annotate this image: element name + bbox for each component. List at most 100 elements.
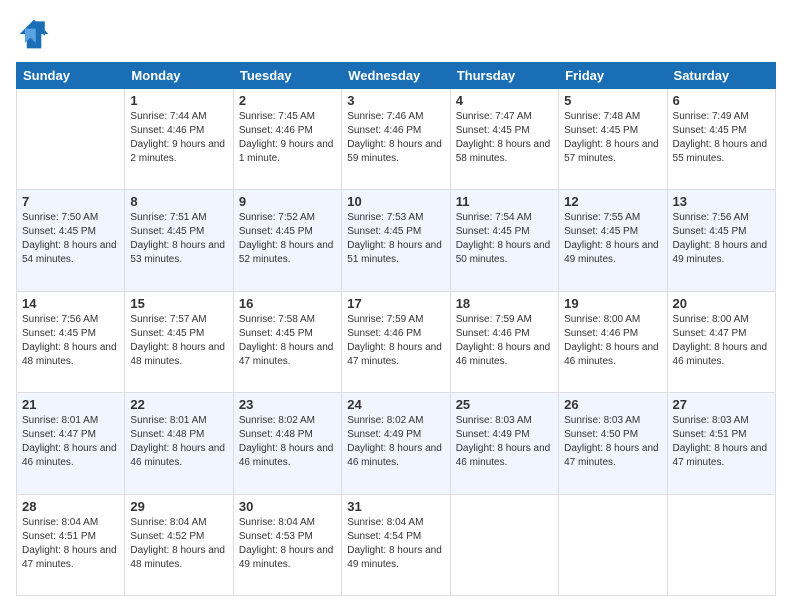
cell-info: Sunrise: 7:51 AMSunset: 4:45 PMDaylight:…	[130, 211, 227, 267]
calendar-cell: 1 Sunrise: 7:44 AMSunset: 4:46 PMDaylight…	[125, 89, 233, 190]
cell-info: Sunrise: 7:46 AMSunset: 4:46 PMDaylight:…	[347, 110, 444, 166]
cell-info: Sunrise: 8:03 AMSunset: 4:49 PMDaylight:…	[456, 414, 553, 470]
day-number: 8	[130, 194, 227, 209]
calendar-cell: 2 Sunrise: 7:45 AMSunset: 4:46 PMDaylight…	[233, 89, 341, 190]
cell-info: Sunrise: 8:00 AMSunset: 4:46 PMDaylight:…	[564, 313, 661, 369]
logo-icon	[16, 16, 52, 52]
weekday-header-saturday: Saturday	[667, 63, 775, 89]
day-number: 4	[456, 93, 553, 108]
calendar-cell	[450, 494, 558, 595]
calendar-cell: 7 Sunrise: 7:50 AMSunset: 4:45 PMDaylight…	[17, 190, 125, 291]
day-number: 20	[673, 296, 770, 311]
day-number: 17	[347, 296, 444, 311]
calendar-cell: 22 Sunrise: 8:01 AMSunset: 4:48 PMDayligh…	[125, 393, 233, 494]
calendar-cell: 17 Sunrise: 7:59 AMSunset: 4:46 PMDayligh…	[342, 291, 450, 392]
cell-info: Sunrise: 8:04 AMSunset: 4:53 PMDaylight:…	[239, 516, 336, 572]
cell-info: Sunrise: 7:59 AMSunset: 4:46 PMDaylight:…	[347, 313, 444, 369]
weekday-header-monday: Monday	[125, 63, 233, 89]
day-number: 25	[456, 397, 553, 412]
day-number: 5	[564, 93, 661, 108]
calendar-cell: 20Sunrise: 8:00 AMSunset: 4:47 PMDayligh…	[667, 291, 775, 392]
weekday-header-thursday: Thursday	[450, 63, 558, 89]
day-number: 18	[456, 296, 553, 311]
cell-info: Sunrise: 7:49 AMSunset: 4:45 PMDaylight:…	[673, 110, 770, 166]
cell-info: Sunrise: 7:45 AMSunset: 4:46 PMDaylight:…	[239, 110, 336, 166]
day-number: 24	[347, 397, 444, 412]
calendar-cell: 24 Sunrise: 8:02 AMSunset: 4:49 PMDayligh…	[342, 393, 450, 494]
weekday-header-sunday: Sunday	[17, 63, 125, 89]
calendar-cell	[17, 89, 125, 190]
cell-info: Sunrise: 7:56 AMSunset: 4:45 PMDaylight:…	[673, 211, 770, 267]
cell-info: Sunrise: 8:02 AMSunset: 4:49 PMDaylight:…	[347, 414, 444, 470]
calendar-cell: 26Sunrise: 8:03 AMSunset: 4:50 PMDayligh…	[559, 393, 667, 494]
calendar-cell: 19 Sunrise: 8:00 AMSunset: 4:46 PMDayligh…	[559, 291, 667, 392]
cell-info: Sunrise: 8:04 AMSunset: 4:54 PMDaylight:…	[347, 516, 444, 572]
calendar-cell: 5 Sunrise: 7:48 AMSunset: 4:45 PMDaylight…	[559, 89, 667, 190]
cell-info: Sunrise: 8:04 AMSunset: 4:51 PMDaylight:…	[22, 516, 119, 572]
day-number: 22	[130, 397, 227, 412]
calendar-cell: 18 Sunrise: 7:59 AMSunset: 4:46 PMDayligh…	[450, 291, 558, 392]
calendar-week-1: 1 Sunrise: 7:44 AMSunset: 4:46 PMDaylight…	[17, 89, 776, 190]
cell-info: Sunrise: 7:58 AMSunset: 4:45 PMDaylight:…	[239, 313, 336, 369]
day-number: 16	[239, 296, 336, 311]
calendar-cell: 29 Sunrise: 8:04 AMSunset: 4:52 PMDayligh…	[125, 494, 233, 595]
day-number: 11	[456, 194, 553, 209]
day-number: 9	[239, 194, 336, 209]
day-number: 2	[239, 93, 336, 108]
cell-info: Sunrise: 8:01 AMSunset: 4:48 PMDaylight:…	[130, 414, 227, 470]
cell-info: Sunrise: 7:57 AMSunset: 4:45 PMDaylight:…	[130, 313, 227, 369]
weekday-header-tuesday: Tuesday	[233, 63, 341, 89]
logo	[16, 16, 56, 52]
day-number: 31	[347, 499, 444, 514]
day-number: 6	[673, 93, 770, 108]
cell-info: Sunrise: 8:01 AMSunset: 4:47 PMDaylight:…	[22, 414, 119, 470]
day-number: 19	[564, 296, 661, 311]
cell-info: Sunrise: 7:54 AMSunset: 4:45 PMDaylight:…	[456, 211, 553, 267]
calendar-cell: 27 Sunrise: 8:03 AMSunset: 4:51 PMDayligh…	[667, 393, 775, 494]
day-number: 14	[22, 296, 119, 311]
calendar-cell: 14 Sunrise: 7:56 AMSunset: 4:45 PMDayligh…	[17, 291, 125, 392]
calendar-cell: 16 Sunrise: 7:58 AMSunset: 4:45 PMDayligh…	[233, 291, 341, 392]
calendar-cell: 11 Sunrise: 7:54 AMSunset: 4:45 PMDayligh…	[450, 190, 558, 291]
calendar-cell: 12 Sunrise: 7:55 AMSunset: 4:45 PMDayligh…	[559, 190, 667, 291]
calendar-cell: 30 Sunrise: 8:04 AMSunset: 4:53 PMDayligh…	[233, 494, 341, 595]
calendar-cell: 9 Sunrise: 7:52 AMSunset: 4:45 PMDaylight…	[233, 190, 341, 291]
cell-info: Sunrise: 7:53 AMSunset: 4:45 PMDaylight:…	[347, 211, 444, 267]
weekday-header-friday: Friday	[559, 63, 667, 89]
day-number: 3	[347, 93, 444, 108]
calendar-cell: 28 Sunrise: 8:04 AMSunset: 4:51 PMDayligh…	[17, 494, 125, 595]
cell-info: Sunrise: 7:52 AMSunset: 4:45 PMDaylight:…	[239, 211, 336, 267]
calendar-cell: 31 Sunrise: 8:04 AMSunset: 4:54 PMDayligh…	[342, 494, 450, 595]
calendar-cell: 25 Sunrise: 8:03 AMSunset: 4:49 PMDayligh…	[450, 393, 558, 494]
day-number: 1	[130, 93, 227, 108]
cell-info: Sunrise: 7:59 AMSunset: 4:46 PMDaylight:…	[456, 313, 553, 369]
day-number: 28	[22, 499, 119, 514]
cell-info: Sunrise: 7:55 AMSunset: 4:45 PMDaylight:…	[564, 211, 661, 267]
calendar-cell: 23Sunrise: 8:02 AMSunset: 4:48 PMDayligh…	[233, 393, 341, 494]
calendar-week-3: 14 Sunrise: 7:56 AMSunset: 4:45 PMDayligh…	[17, 291, 776, 392]
day-number: 21	[22, 397, 119, 412]
calendar-cell	[667, 494, 775, 595]
day-number: 12	[564, 194, 661, 209]
calendar-table: SundayMondayTuesdayWednesdayThursdayFrid…	[16, 62, 776, 596]
weekday-header-row: SundayMondayTuesdayWednesdayThursdayFrid…	[17, 63, 776, 89]
cell-info: Sunrise: 7:48 AMSunset: 4:45 PMDaylight:…	[564, 110, 661, 166]
day-number: 27	[673, 397, 770, 412]
day-number: 10	[347, 194, 444, 209]
calendar-cell: 15 Sunrise: 7:57 AMSunset: 4:45 PMDayligh…	[125, 291, 233, 392]
header	[16, 16, 776, 52]
day-number: 30	[239, 499, 336, 514]
cell-info: Sunrise: 8:03 AMSunset: 4:51 PMDaylight:…	[673, 414, 770, 470]
cell-info: Sunrise: 7:56 AMSunset: 4:45 PMDaylight:…	[22, 313, 119, 369]
calendar-cell: 8 Sunrise: 7:51 AMSunset: 4:45 PMDaylight…	[125, 190, 233, 291]
day-number: 29	[130, 499, 227, 514]
cell-info: Sunrise: 8:04 AMSunset: 4:52 PMDaylight:…	[130, 516, 227, 572]
day-number: 7	[22, 194, 119, 209]
day-number: 13	[673, 194, 770, 209]
page: SundayMondayTuesdayWednesdayThursdayFrid…	[0, 0, 792, 612]
cell-info: Sunrise: 7:44 AMSunset: 4:46 PMDaylight:…	[130, 110, 227, 166]
calendar-cell: 21 Sunrise: 8:01 AMSunset: 4:47 PMDayligh…	[17, 393, 125, 494]
day-number: 26	[564, 397, 661, 412]
day-number: 15	[130, 296, 227, 311]
cell-info: Sunrise: 7:50 AMSunset: 4:45 PMDaylight:…	[22, 211, 119, 267]
